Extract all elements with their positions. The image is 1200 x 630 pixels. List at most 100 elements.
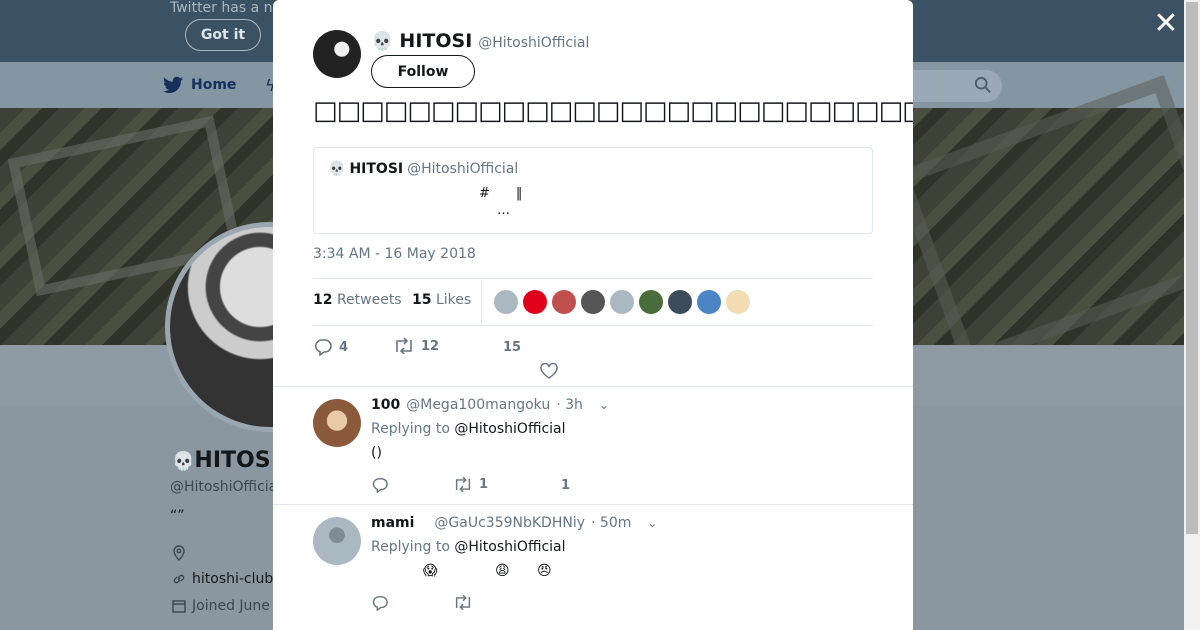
replying-to-prefix: Replying to	[371, 421, 450, 437]
quoted-author-name: HITOSI	[349, 161, 404, 177]
profile-name-text: HITOS	[194, 448, 271, 473]
liker-avatars	[494, 290, 750, 314]
nav-home-label: Home	[191, 77, 237, 93]
like-button[interactable]: 1	[561, 478, 570, 493]
retweets-stat[interactable]: 12 Retweets	[313, 292, 402, 308]
chevron-down-icon[interactable]: ⌄	[599, 398, 609, 412]
author-name[interactable]: HITOSI	[399, 30, 472, 52]
reply-author-handle[interactable]: @GaUc359NbKDHNiy	[434, 515, 585, 531]
tweet-text: □□□□□□□□□□□□□□□□□□□□□□□□□□□□□□□□□□□□□□□□…	[313, 96, 913, 126]
stats-divider	[481, 279, 482, 325]
skull-icon: 💀	[328, 161, 346, 177]
quoted-author-handle: @HitoshiOfficial	[407, 161, 519, 177]
location-icon	[172, 545, 186, 565]
link-icon	[173, 574, 185, 584]
tweet-actions: 4 12 15	[313, 338, 873, 379]
reply-button[interactable]: 4	[313, 338, 348, 356]
like-button[interactable]: 15	[503, 340, 521, 355]
reply-author-name[interactable]: 100	[371, 397, 400, 413]
tweet-timestamp[interactable]: 3:34 AM - 16 May 2018	[313, 246, 476, 262]
reply-button[interactable]	[371, 595, 389, 611]
like-count: 1	[561, 478, 571, 493]
replying-to: Replying to @HitoshiOfficial	[371, 421, 566, 437]
liker-avatar[interactable]	[552, 290, 576, 314]
close-modal-button[interactable]: ✕	[1150, 8, 1182, 40]
quoted-text-ellipsis: …	[497, 203, 510, 218]
quoted-text-line: # ‖	[479, 186, 523, 201]
quoted-tweet[interactable]: 💀 HITOSI @HitoshiOfficial # ‖ …	[313, 147, 873, 234]
retweet-button[interactable]: 1	[453, 477, 488, 492]
reply-time[interactable]: · 3h	[556, 397, 583, 413]
author-avatar[interactable]	[313, 30, 361, 78]
twitter-bird-icon	[163, 76, 183, 93]
reply-time[interactable]: · 50m	[591, 515, 631, 531]
reply-emoji: 😱	[423, 563, 438, 579]
reply-tweet[interactable]: 100 @Mega100mangoku · 3h ⌄ Replying to @…	[273, 386, 913, 504]
profile-joined: Joined June	[172, 598, 270, 614]
retweet-icon	[396, 338, 412, 354]
scrollbar-thumb[interactable]	[1186, 2, 1198, 534]
search-icon	[974, 76, 991, 93]
profile-name: 💀HITOS	[172, 448, 271, 473]
retweet-count: 12	[421, 338, 440, 354]
liker-avatar[interactable]	[494, 290, 518, 314]
liker-avatar[interactable]	[668, 290, 692, 314]
heart-icon[interactable]	[540, 363, 558, 379]
reply-icon	[372, 596, 388, 611]
skull-icon: 💀	[371, 31, 394, 52]
follow-button[interactable]: Follow	[371, 55, 475, 88]
liker-avatar[interactable]	[697, 290, 721, 314]
reply-header: mami @GaUc359NbKDHNiy · 50m ⌄	[371, 515, 657, 531]
retweet-button[interactable]	[453, 595, 473, 610]
got-it-button[interactable]: Got it	[185, 19, 261, 51]
reply-text: ()	[371, 445, 382, 461]
notice-text: Twitter has a n	[170, 0, 273, 16]
liker-avatar[interactable]	[581, 290, 605, 314]
nav-home[interactable]: Home	[163, 76, 236, 94]
page-scrollbar[interactable]	[1184, 0, 1200, 630]
reply-tweet[interactable]: mami @GaUc359NbKDHNiy · 50m ⌄ Replying t…	[273, 504, 913, 630]
quoted-author: 💀 HITOSI @HitoshiOfficial	[328, 161, 518, 177]
profile-link[interactable]: hitoshi-club	[172, 571, 273, 587]
likes-stat[interactable]: 15 Likes	[412, 292, 471, 308]
likes-stat-label: Likes	[435, 292, 472, 308]
reply-button[interactable]	[371, 477, 389, 493]
chevron-down-icon[interactable]: ⌄	[647, 516, 657, 530]
reply-emoji: 😠	[537, 563, 552, 579]
calendar-icon	[172, 600, 186, 613]
tweet-body: □□□□□□□□□□□□□□□□□□□□□□□□□□□□□□□□□□□□□□□□	[313, 96, 913, 126]
cover-decoration	[893, 75, 1200, 369]
liker-avatar[interactable]	[610, 290, 634, 314]
reply-avatar[interactable]	[313, 517, 361, 565]
profile-link-text[interactable]: hitoshi-club	[192, 571, 273, 587]
reply-icon	[372, 478, 388, 493]
reply-avatar[interactable]	[313, 399, 361, 447]
profile-joined-text: Joined June	[192, 598, 270, 614]
profile-bio: “”	[170, 508, 185, 524]
retweets-stat-label: Retweets	[336, 292, 402, 308]
reply-author-name[interactable]: mami	[371, 515, 414, 531]
replying-to-prefix: Replying to	[371, 539, 450, 555]
liker-avatar[interactable]	[726, 290, 750, 314]
replying-to-handle[interactable]: @HitoshiOfficial	[454, 539, 565, 555]
retweets-stat-count: 12	[313, 292, 333, 308]
liker-avatar[interactable]	[639, 290, 663, 314]
reply-count: 4	[339, 339, 349, 355]
reply-icon	[314, 339, 332, 356]
skull-icon: 💀	[172, 451, 195, 472]
author-handle[interactable]: @HitoshiOfficial	[478, 35, 589, 51]
retweet-icon	[455, 595, 471, 610]
tweet-modal: 💀 HITOSI @HitoshiOfficial Follow □□□□□□□…	[273, 0, 913, 630]
replying-to-handle[interactable]: @HitoshiOfficial	[454, 421, 565, 437]
liker-avatar[interactable]	[523, 290, 547, 314]
like-count: 15	[503, 340, 522, 355]
reply-emoji: 😩	[495, 563, 510, 579]
reply-header: 100 @Mega100mangoku · 3h ⌄	[371, 397, 609, 413]
reply-actions: 1 1	[371, 477, 671, 501]
replying-to: Replying to @HitoshiOfficial	[371, 539, 566, 555]
retweet-count: 1	[479, 477, 489, 492]
profile-handle: @HitoshiOfficia	[170, 479, 278, 495]
retweet-button[interactable]: 12	[393, 338, 439, 354]
reply-author-handle[interactable]: @Mega100mangoku	[406, 397, 550, 413]
retweet-icon	[455, 477, 471, 492]
